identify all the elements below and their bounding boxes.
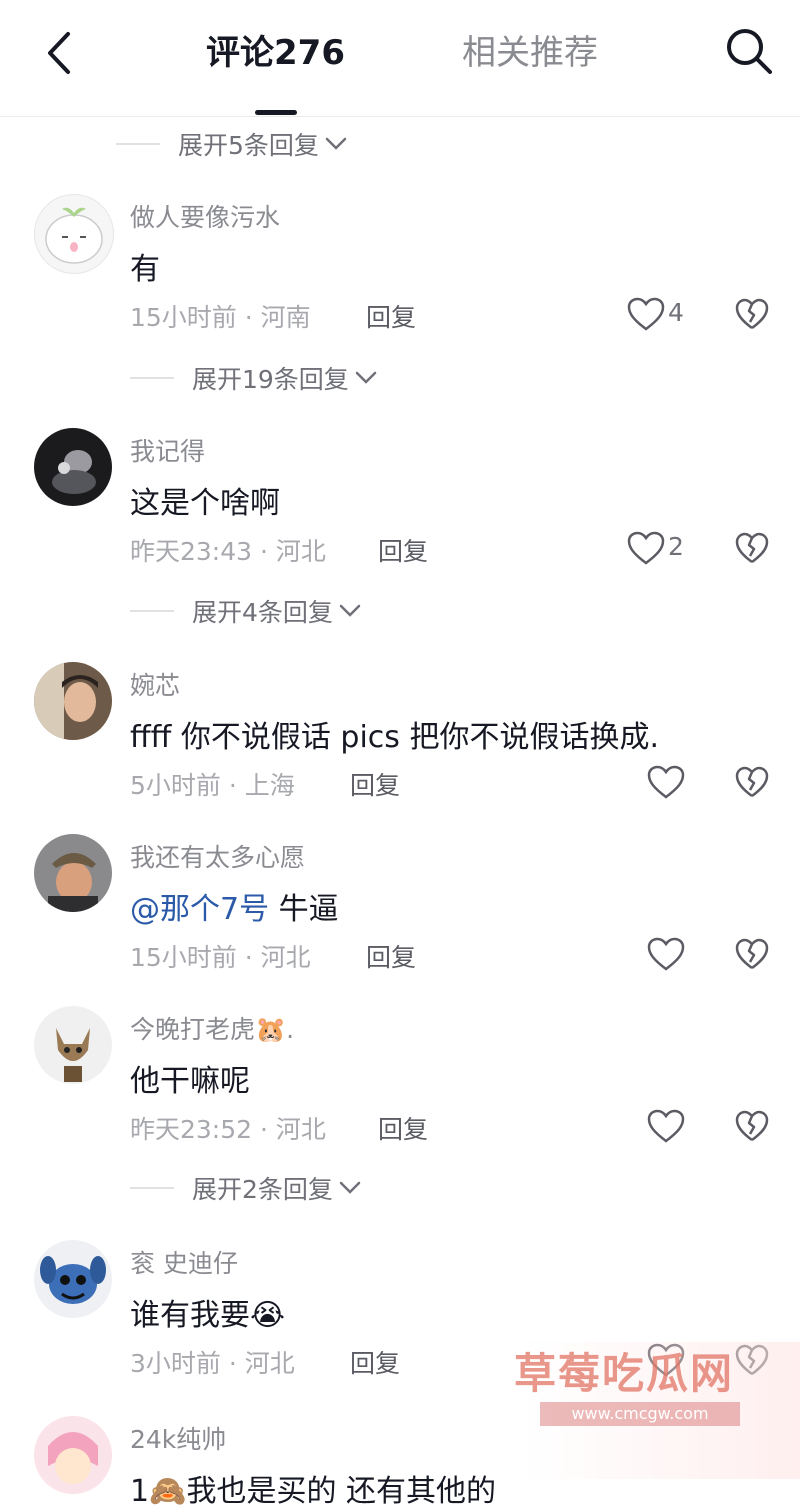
comment-username[interactable]: 我记得	[130, 432, 205, 468]
chevron-down-icon	[339, 1181, 361, 1194]
expand-replies-label: 展开5条回复	[178, 131, 319, 160]
chevron-down-icon	[325, 137, 347, 150]
search-icon	[727, 29, 772, 74]
expand-replies-label: 展开4条回复	[192, 598, 333, 627]
comment-meta: 昨天23:43 · 河北	[130, 537, 326, 566]
expand-replies-button[interactable]: 展开4条回复	[130, 591, 361, 631]
reply-button[interactable]: 回复	[366, 298, 416, 334]
broken-heart-icon[interactable]	[734, 297, 770, 333]
watermark-title: 草莓吃瓜网	[514, 1349, 735, 1398]
watermark-url: www.cmcgw.com	[540, 1402, 740, 1426]
broken-heart-icon[interactable]	[734, 765, 770, 801]
avatar[interactable]	[34, 194, 114, 274]
search-button[interactable]	[722, 24, 776, 78]
comment-meta: 15小时前 · 河北	[130, 943, 311, 972]
reply-button[interactable]: 回复	[378, 1110, 428, 1146]
comment-meta: 5小时前 · 上海	[130, 771, 295, 800]
comment-text: 这是个啥啊	[130, 486, 280, 521]
divider-line	[130, 610, 174, 612]
comment-header: 评论276 相关推荐	[0, 0, 800, 117]
expand-replies-button[interactable]: 展开2条回复	[130, 1168, 361, 1208]
comment-text: @那个7号 牛逼	[130, 884, 339, 928]
comment-meta: 3小时前 · 河北	[130, 1349, 295, 1378]
active-tab-indicator	[255, 110, 297, 115]
broken-heart-icon[interactable]	[734, 937, 770, 973]
divider-line	[130, 377, 174, 379]
comment-username[interactable]: 婉芯	[130, 666, 180, 702]
tab-related[interactable]: 相关推荐	[462, 30, 598, 76]
comment-username[interactable]: 今晚打老虎🐹.	[130, 1010, 294, 1046]
comment-username[interactable]: 24k纯帅	[130, 1420, 226, 1456]
reply-button[interactable]: 回复	[366, 938, 416, 974]
comment-meta: 15小时前 · 河南	[130, 303, 311, 332]
comment-meta: 昨天23:52 · 河北	[130, 1115, 326, 1144]
chevron-down-icon	[339, 604, 361, 617]
like-count: 2	[668, 532, 684, 561]
divider-line	[116, 143, 160, 145]
back-button[interactable]	[38, 28, 82, 78]
broken-heart-icon[interactable]	[734, 1109, 770, 1145]
comment-username[interactable]: 做人要像污水	[130, 198, 280, 234]
comment-username[interactable]: 我还有太多心愿	[130, 838, 305, 874]
comment-text: 有	[130, 252, 160, 287]
reply-button[interactable]: 回复	[378, 532, 428, 568]
avatar[interactable]	[34, 1416, 112, 1494]
avatar[interactable]	[34, 1240, 112, 1318]
like-count: 4	[668, 298, 684, 327]
expand-replies-label: 展开2条回复	[192, 1175, 333, 1204]
comment-text: ffff 你不说假话 pics 把你不说假话换成.	[130, 720, 659, 755]
mention-link[interactable]: @那个7号	[130, 892, 269, 927]
chevron-down-icon	[355, 371, 377, 384]
like-icon[interactable]	[626, 295, 666, 335]
avatar[interactable]	[34, 428, 112, 506]
divider-line	[130, 1187, 174, 1189]
tab-comments[interactable]: 评论276	[206, 30, 345, 76]
like-icon[interactable]	[646, 935, 686, 975]
like-icon[interactable]	[626, 529, 666, 569]
expand-replies-button[interactable]: 展开5条回复	[116, 124, 347, 164]
reply-button[interactable]: 回复	[350, 1344, 400, 1380]
comment-text: 他干嘛呢	[130, 1064, 250, 1099]
avatar[interactable]	[34, 834, 112, 912]
comment-text: 1🙈我也是买的 还有其他的	[130, 1474, 496, 1509]
like-icon[interactable]	[646, 1107, 686, 1147]
comment-text-body: 牛逼	[269, 892, 339, 927]
like-icon[interactable]	[646, 763, 686, 803]
comment-username[interactable]: 衮 史迪仔	[130, 1244, 238, 1280]
expand-replies-label: 展开19条回复	[192, 365, 349, 394]
expand-replies-button[interactable]: 展开19条回复	[130, 358, 377, 398]
broken-heart-icon[interactable]	[734, 531, 770, 567]
avatar[interactable]	[34, 662, 112, 740]
chevron-left-icon	[48, 32, 70, 74]
reply-button[interactable]: 回复	[350, 766, 400, 802]
comment-text: 谁有我要😭	[130, 1298, 286, 1333]
avatar[interactable]	[34, 1006, 112, 1084]
